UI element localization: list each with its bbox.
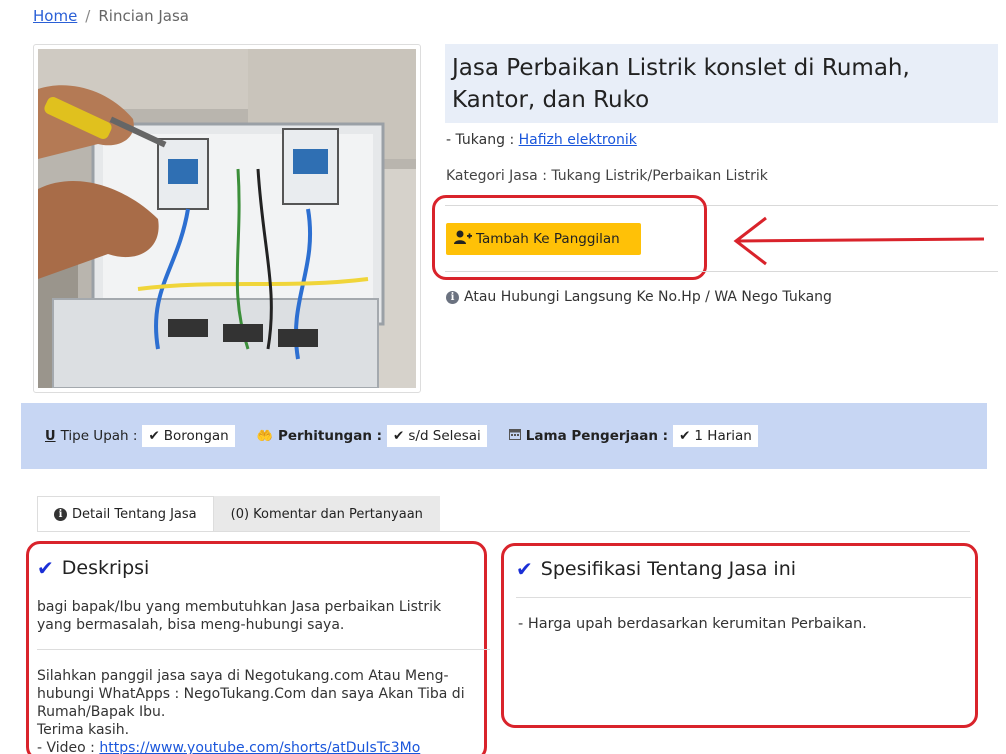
spesifikasi-text: - Harga upah berdasarkan kerumitan Perba… [518,616,867,632]
tab-label: (0) Komentar dan Pertanyaan [230,506,423,522]
service-title-box: Jasa Perbaikan Listrik konslet di Rumah,… [445,44,998,123]
add-to-call-button[interactable]: Tambah Ke Panggilan [446,223,641,255]
tab-detail[interactable]: i Detail Tentang Jasa [37,496,214,532]
service-photo-frame [33,44,421,393]
spesifikasi-title: Spesifikasi Tentang Jasa ini [540,558,797,580]
spec-value: ✔ Borongan [142,425,235,447]
breadcrumb-home-link[interactable]: Home [33,7,77,25]
spec-tipe-upah: U Tipe Upah : ✔ Borongan [45,425,235,447]
deskripsi-title: Deskripsi [61,557,150,579]
deskripsi-thanks: Terima kasih. [37,722,130,738]
spec-perhitungan: 🤲 Perhitungan : ✔ s/d Selesai [257,425,487,447]
deskripsi-paragraph: bagi bapak/Ibu yang membutuhkan Jasa per… [37,599,442,633]
spec-value-text: 1 Harian [694,428,752,444]
service-title: Jasa Perbaikan Listrik konslet di Rumah,… [452,55,910,113]
user-plus-icon [454,230,472,248]
check-icon: ✔ [37,556,54,580]
tukang-name-link[interactable]: Hafizh elektronik [519,132,637,148]
info-icon: i [446,290,459,304]
tab-label: Detail Tentang Jasa [72,506,197,522]
calendar-icon [508,428,521,444]
spec-label: Perhitungan : [277,428,383,444]
video-label: - Video : [37,740,95,754]
contact-text: Atau Hubungi Langsung Ke No.Hp / WA Nego… [464,289,832,305]
spec-value-text: Borongan [163,428,229,444]
check-icon: ✔ [393,428,405,444]
spec-value-text: s/d Selesai [408,428,481,444]
tukang-label: - Tukang : [446,132,515,148]
spec-value: ✔ s/d Selesai [387,425,487,447]
tabs-divider [37,531,970,532]
spesifikasi-heading: ✔ Spesifikasi Tentang Jasa ini [516,557,796,581]
video-link[interactable]: https://www.youtube.com/shorts/atDuIsTc3… [99,740,420,754]
tabs: i Detail Tentang Jasa (0) Komentar dan P… [37,496,440,532]
check-icon: ✔ [679,428,691,444]
add-to-call-label: Tambah Ke Panggilan [476,231,620,247]
spec-label: Lama Pengerjaan : [525,428,669,444]
info-icon: i [54,507,67,521]
specs-bar: U Tipe Upah : ✔ Borongan 🤲 Perhitungan : … [21,403,987,469]
contact-info: i Atau Hubungi Langsung Ke No.Hp / WA Ne… [446,289,832,305]
deskripsi-paragraph-2: Silahkan panggil jasa saya di Negotukang… [37,667,477,754]
check-icon: ✔ [516,557,533,581]
divider [445,271,998,272]
tukang-line: - Tukang : Hafizh elektronik [446,132,637,148]
spec-value: ✔ 1 Harian [673,425,758,447]
divider [37,649,490,650]
deskripsi-heading: ✔ Deskripsi [37,556,149,580]
breadcrumb: Home / Rincian Jasa [33,7,189,25]
hand-coin-icon: 🤲 [256,428,273,444]
breadcrumb-current: Rincian Jasa [98,7,189,25]
annotation-arrow-icon [733,216,985,266]
spec-label: Tipe Upah : [60,428,138,444]
deskripsi-video: - Video : https://www.youtube.com/shorts… [37,739,477,754]
service-photo [38,49,416,388]
deskripsi-text: Silahkan panggil jasa saya di Negotukang… [37,668,465,720]
tab-komentar[interactable]: (0) Komentar dan Pertanyaan [213,496,440,532]
divider [516,597,971,598]
underline-u-icon: U [45,428,56,444]
kategori-jasa: Kategori Jasa : Tukang Listrik/Perbaikan… [446,168,768,184]
breadcrumb-separator: / [85,7,91,25]
check-icon: ✔ [148,428,160,444]
spec-lama-pengerjaan: Lama Pengerjaan : ✔ 1 Harian [508,425,758,447]
